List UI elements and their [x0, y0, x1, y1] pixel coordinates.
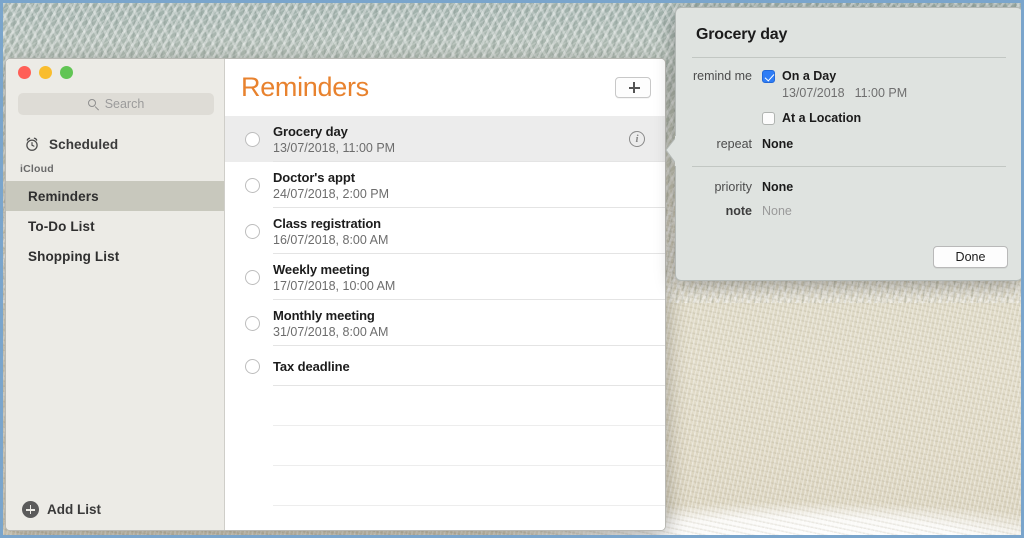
repeat-value[interactable]: None: [762, 137, 793, 151]
reminder-text: Weekly meeting 17/07/2018, 10:00 AM: [273, 262, 665, 293]
note-row: note None: [676, 204, 1021, 218]
reminder-text: Tax deadline: [273, 359, 665, 374]
on-a-day-checkbox[interactable]: [762, 69, 775, 83]
content-header: Reminders: [225, 59, 665, 116]
add-list-button[interactable]: Add List: [22, 501, 101, 518]
reminder-title: Monthly meeting: [273, 307, 375, 323]
table-row[interactable]: Grocery day 13/07/2018, 11:00 PM i: [225, 116, 665, 162]
note-value[interactable]: None: [762, 204, 792, 218]
window-controls: [18, 66, 73, 79]
plus-circle-icon: [22, 501, 39, 518]
sidebar-item-label: To-Do List: [28, 218, 95, 234]
reminder-datetime[interactable]: 13/07/2018 11:00 PM: [762, 86, 1006, 100]
complete-checkbox[interactable]: [245, 177, 260, 193]
add-list-label: Add List: [47, 502, 101, 517]
remind-me-label: remind me: [692, 69, 752, 83]
complete-checkbox[interactable]: [245, 315, 260, 331]
remind-me-row: remind me On a Day 13/07/2018 11:00 PM At…: [676, 69, 1021, 125]
reminder-date: 24/07/2018, 2:00 PM: [273, 186, 390, 201]
popover-tail: [665, 134, 678, 167]
on-a-day-label: On a Day: [782, 69, 837, 83]
empty-row[interactable]: [225, 466, 665, 506]
close-button[interactable]: [18, 66, 31, 79]
reminder-detail-popover: Grocery day remind me On a Day 13/07/201…: [665, 7, 1021, 281]
info-icon[interactable]: i: [629, 131, 645, 147]
reminder-title: Weekly meeting: [273, 261, 370, 277]
complete-checkbox[interactable]: [245, 358, 260, 374]
reminder-title: Class registration: [273, 215, 382, 231]
table-row[interactable]: Weekly meeting 17/07/2018, 10:00 AM: [225, 254, 665, 300]
add-reminder-button[interactable]: [615, 77, 651, 98]
reminder-text: Grocery day 13/07/2018, 11:00 PM: [273, 124, 629, 155]
complete-checkbox[interactable]: [245, 131, 260, 147]
search-input[interactable]: Search: [18, 93, 214, 115]
sidebar-item-shopping-list[interactable]: Shopping List: [6, 241, 224, 271]
done-button[interactable]: Done: [933, 246, 1008, 268]
complete-checkbox[interactable]: [245, 269, 260, 285]
alarm-clock-icon: [24, 136, 40, 152]
sidebar-item-scheduled-label: Scheduled: [49, 136, 119, 152]
reminder-date: 13/07/2018, 11:00 PM: [273, 140, 396, 155]
sidebar-item-label: Shopping List: [28, 248, 120, 264]
sidebar-item-scheduled[interactable]: Scheduled: [6, 131, 224, 157]
repeat-row: repeat None: [676, 137, 1021, 151]
zoom-button[interactable]: [60, 66, 73, 79]
table-row[interactable]: Monthly meeting 31/07/2018, 8:00 AM: [225, 300, 665, 346]
at-a-location-checkbox[interactable]: [762, 111, 775, 125]
reminder-text: Class registration 16/07/2018, 8:00 AM: [273, 216, 665, 247]
done-button-label: Done: [955, 250, 986, 264]
at-a-location-label: At a Location: [782, 111, 862, 125]
reminders-window: Search Scheduled iCloud Reminders To-Do …: [5, 58, 666, 531]
content-pane: Reminders Grocery day 13/07/2018, 11:00 …: [225, 59, 665, 530]
sidebar-group-header: iCloud: [20, 163, 54, 175]
page-title: Reminders: [241, 72, 369, 102]
screenshot-frame: Search Scheduled iCloud Reminders To-Do …: [0, 0, 1024, 538]
search-placeholder: Search: [104, 97, 145, 111]
reminder-date-value[interactable]: 13/07/2018: [782, 86, 845, 100]
sidebar-list-group: Reminders To-Do List Shopping List: [6, 181, 224, 271]
reminder-title: Doctor's appt: [273, 169, 355, 185]
empty-row[interactable]: [225, 426, 665, 466]
reminder-date: 17/07/2018, 10:00 AM: [273, 278, 396, 293]
note-label: note: [725, 204, 752, 218]
reminder-title: Grocery day: [273, 123, 348, 139]
reminder-text: Doctor's appt 24/07/2018, 2:00 PM: [273, 170, 665, 201]
reminder-title: Tax deadline: [273, 358, 350, 374]
divider: [692, 57, 1006, 58]
table-row[interactable]: Class registration 16/07/2018, 8:00 AM: [225, 208, 665, 254]
search-icon: [87, 98, 99, 110]
reminder-time-value[interactable]: 11:00 PM: [855, 86, 908, 100]
popover-title: Grocery day: [696, 26, 788, 43]
reminder-date: 31/07/2018, 8:00 AM: [273, 324, 389, 339]
table-row[interactable]: Doctor's appt 24/07/2018, 2:00 PM: [225, 162, 665, 208]
priority-label: priority: [714, 180, 752, 194]
empty-row[interactable]: [225, 506, 665, 530]
sidebar-item-reminders[interactable]: Reminders: [6, 181, 224, 211]
sidebar: Search Scheduled iCloud Reminders To-Do …: [6, 59, 225, 530]
complete-checkbox[interactable]: [245, 223, 260, 239]
reminder-list: Grocery day 13/07/2018, 11:00 PM i Docto…: [225, 116, 665, 530]
reminder-date: 16/07/2018, 8:00 AM: [273, 232, 389, 247]
priority-row: priority None: [676, 180, 1021, 194]
reminder-text: Monthly meeting 31/07/2018, 8:00 AM: [273, 308, 665, 339]
repeat-label: repeat: [716, 137, 752, 151]
sidebar-item-label: Reminders: [28, 188, 99, 204]
priority-value[interactable]: None: [762, 180, 793, 194]
table-row[interactable]: Tax deadline: [225, 346, 665, 386]
divider: [692, 166, 1006, 167]
minimize-button[interactable]: [39, 66, 52, 79]
sidebar-item-to-do-list[interactable]: To-Do List: [6, 211, 224, 241]
empty-row[interactable]: [225, 386, 665, 426]
